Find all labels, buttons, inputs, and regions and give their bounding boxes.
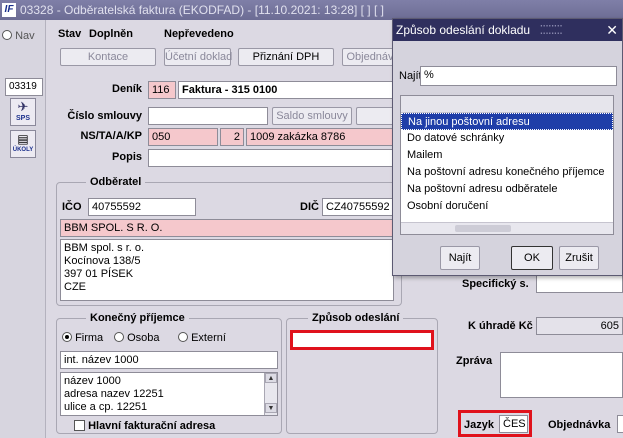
firma-radio[interactable]	[62, 332, 72, 342]
zprava-field[interactable]	[500, 352, 623, 398]
dic-field[interactable]: CZ40755592	[322, 198, 394, 216]
stav-label: Stav	[58, 28, 82, 40]
ukoly-label: ÚKOLY	[12, 147, 34, 153]
list-header	[401, 96, 613, 113]
sps-label: SPS	[15, 115, 30, 122]
nav-radio[interactable]	[2, 30, 12, 40]
firma-option[interactable]: Firma	[62, 332, 103, 344]
specificky-label: Specifický s.	[462, 278, 529, 290]
list-item[interactable]: Osobní doručení	[401, 198, 613, 215]
dic-label: DIČ	[300, 201, 319, 213]
address-line: CZE	[64, 281, 86, 293]
objednavky-button[interactable]: Objednáv	[342, 48, 398, 66]
scroll-up-icon[interactable]: ▲	[265, 373, 277, 383]
externi-option[interactable]: Externí	[178, 332, 226, 344]
denik-code-field[interactable]: 116	[148, 81, 176, 99]
zprava-label: Zpráva	[456, 355, 493, 367]
hlavni-fakturacni-checkbox[interactable]: Hlavní fakturační adresa	[74, 420, 215, 432]
stav-value: Doplněn	[89, 28, 133, 40]
odberatel-title: Odběratel	[86, 176, 146, 188]
osoba-option[interactable]: Osoba	[114, 332, 159, 344]
prijemce-address: název 1000 adresa nazev 12251 ulice a cp…	[60, 372, 278, 416]
denik-label: Deník	[112, 83, 142, 95]
prijemce-name-field[interactable]: int. název 1000	[60, 351, 278, 369]
address-line: 397 01 PÍSEK	[64, 268, 134, 280]
window-title: 03328 - Odběratelská faktura (EKODFAD) -…	[20, 3, 384, 17]
popis-label: Popis	[112, 151, 142, 163]
ucetni-doklad-button[interactable]: Účetní doklad	[164, 48, 232, 66]
sps-button[interactable]: ✈ SPS	[10, 98, 36, 126]
task-list-icon: ▤	[17, 132, 29, 146]
konecny-prijemce-title: Konečný příjemce	[86, 312, 189, 324]
dialog-list-items: Na jinou poštovní adresu Do datové schrá…	[401, 113, 613, 215]
saldo-smlouvy-button[interactable]: Saldo smlouvy	[272, 107, 352, 125]
odberatel-name-field[interactable]: BBM SPOL. S R. O.	[60, 219, 394, 237]
dialog-title: Způsob odeslání dokladu	[396, 23, 531, 37]
dialog-ok-button[interactable]: OK	[511, 246, 553, 270]
objednavka-label: Objednávka	[548, 419, 611, 431]
objednavka-field[interactable]	[617, 415, 623, 433]
doc-number-field: 03319	[5, 78, 43, 96]
jazyk-field[interactable]: ČES	[499, 415, 528, 433]
k-uhrade-label: K úhradě Kč	[468, 320, 533, 332]
address-line: BBM spol. s r. o.	[64, 242, 145, 254]
list-hscrollbar[interactable]	[401, 222, 613, 234]
externi-radio[interactable]	[178, 332, 188, 342]
drag-grip-icon: ⁚⁚⁚⁚⁚⁚⁚⁚	[539, 23, 562, 37]
ta-field[interactable]: 2	[220, 128, 244, 146]
dialog-title-bar[interactable]: Způsob odeslání dokladu ⁚⁚⁚⁚⁚⁚⁚⁚	[393, 19, 622, 41]
a-field[interactable]: 1009 zakázka 8786	[246, 128, 394, 146]
externi-label: Externí	[191, 332, 226, 344]
scroll-down-icon[interactable]: ▼	[265, 403, 277, 413]
list-item[interactable]: Na poštovní adresu odběratele	[401, 181, 613, 198]
zpusob-odeslani-field[interactable]	[293, 333, 431, 347]
ico-label: IČO	[62, 201, 82, 213]
osoba-radio[interactable]	[114, 332, 124, 342]
k-uhrade-field: 605	[536, 317, 623, 335]
popis-field[interactable]	[148, 149, 394, 167]
odberatel-address: BBM spol. s r. o. Kocínova 138/5 397 01 …	[60, 239, 394, 301]
dialog-najit-button[interactable]: Najít	[440, 246, 480, 270]
cislo-smlouvy-label: Číslo smlouvy	[67, 110, 142, 122]
list-item[interactable]: Mailem	[401, 147, 613, 164]
list-item[interactable]: Na poštovní adresu konečného příjemce	[401, 164, 613, 181]
paper-plane-icon: ✈	[17, 99, 29, 114]
hlavni-label: Hlavní fakturační adresa	[88, 420, 216, 432]
address-line: název 1000	[64, 375, 121, 387]
hlavni-check-box[interactable]	[74, 420, 85, 431]
dialog-close-icon[interactable]: ✕	[606, 21, 618, 39]
list-item[interactable]: Na jinou poštovní adresu	[401, 113, 613, 130]
address-line: Kocínova 138/5	[64, 255, 141, 267]
extra-button[interactable]	[356, 107, 396, 125]
kontace-button[interactable]: Kontace	[60, 48, 156, 66]
nav-toggle[interactable]: Nav	[2, 30, 35, 42]
list-hscroll-thumb[interactable]	[455, 225, 511, 232]
app-logo-icon: IF	[2, 3, 16, 17]
address-line: ulice a cp. 12251	[64, 401, 148, 413]
prevod-value: Nepřevedeno	[164, 28, 234, 40]
address-line: adresa nazev 12251	[64, 388, 164, 400]
ukoly-button[interactable]: ▤ ÚKOLY	[10, 130, 36, 158]
dialog-list: Na jinou poštovní adresu Do datové schrá…	[400, 95, 614, 235]
firma-label: Firma	[75, 332, 104, 344]
jazyk-label: Jazyk	[464, 419, 494, 431]
cislo-smlouvy-field[interactable]	[148, 107, 268, 125]
osoba-label: Osoba	[127, 332, 160, 344]
ns-ta-a-kp-label: NS/TA/A/KP	[80, 130, 142, 142]
dialog-zrusit-button[interactable]: Zrušit	[559, 246, 599, 270]
dialog-search-input[interactable]: %	[420, 66, 617, 86]
specificky-field[interactable]	[536, 275, 623, 293]
najit-label: Najít	[399, 70, 422, 82]
zpusob-odeslani-title: Způsob odeslání	[308, 312, 404, 324]
window-title-bar: 03328 - Odběratelská faktura (EKODFAD) -…	[0, 0, 623, 20]
nav-label: Nav	[15, 30, 35, 42]
priznani-dph-button[interactable]: Přiznání DPH	[238, 48, 334, 66]
denik-name-field: Faktura - 315 0100	[178, 81, 394, 99]
list-item[interactable]: Do datové schránky	[401, 130, 613, 147]
ico-field[interactable]: 40755592	[88, 198, 196, 216]
zpusob-odeslani-dialog: Způsob odeslání dokladu ⁚⁚⁚⁚⁚⁚⁚⁚ ✕ Najít…	[392, 18, 623, 276]
ns-field[interactable]: 050	[148, 128, 218, 146]
prijemce-scrollbar[interactable]: ▲ ▼	[264, 373, 277, 415]
